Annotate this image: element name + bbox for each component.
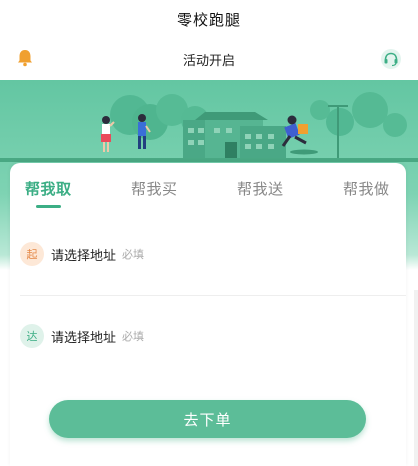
- field-divider: [20, 295, 406, 296]
- tab-help-send[interactable]: 帮我送: [237, 178, 284, 199]
- tab-help-do[interactable]: 帮我做: [343, 178, 390, 199]
- app-header: 零校跑腿: [0, 0, 418, 38]
- bell-icon[interactable]: [15, 48, 35, 68]
- app-title: 零校跑腿: [176, 10, 241, 29]
- end-badge: 达: [20, 324, 44, 348]
- place-order-button[interactable]: 去下单: [49, 400, 366, 438]
- tab-help-buy[interactable]: 帮我买: [131, 178, 178, 199]
- delivery-required-hint: 必填: [122, 330, 145, 343]
- service-tabs: 帮我取 帮我买 帮我送 帮我做: [10, 163, 406, 209]
- pickup-required-hint: 必填: [122, 248, 145, 261]
- tab-help-pick-up[interactable]: 帮我取: [25, 178, 72, 199]
- customer-service-icon[interactable]: [380, 48, 402, 70]
- delivery-address-placeholder: 请选择地址: [51, 330, 117, 346]
- notice-bar[interactable]: 活动开启: [0, 38, 418, 80]
- pickup-address-field[interactable]: 起 请选择地址 必填: [20, 239, 144, 269]
- tab-active-indicator: [36, 205, 61, 208]
- start-badge: 起: [20, 242, 44, 266]
- delivery-address-field[interactable]: 达 请选择地址 必填: [20, 321, 144, 351]
- notice-text: 活动开启: [182, 53, 235, 69]
- pickup-address-placeholder: 请选择地址: [51, 248, 117, 264]
- edge-divider: [414, 290, 418, 466]
